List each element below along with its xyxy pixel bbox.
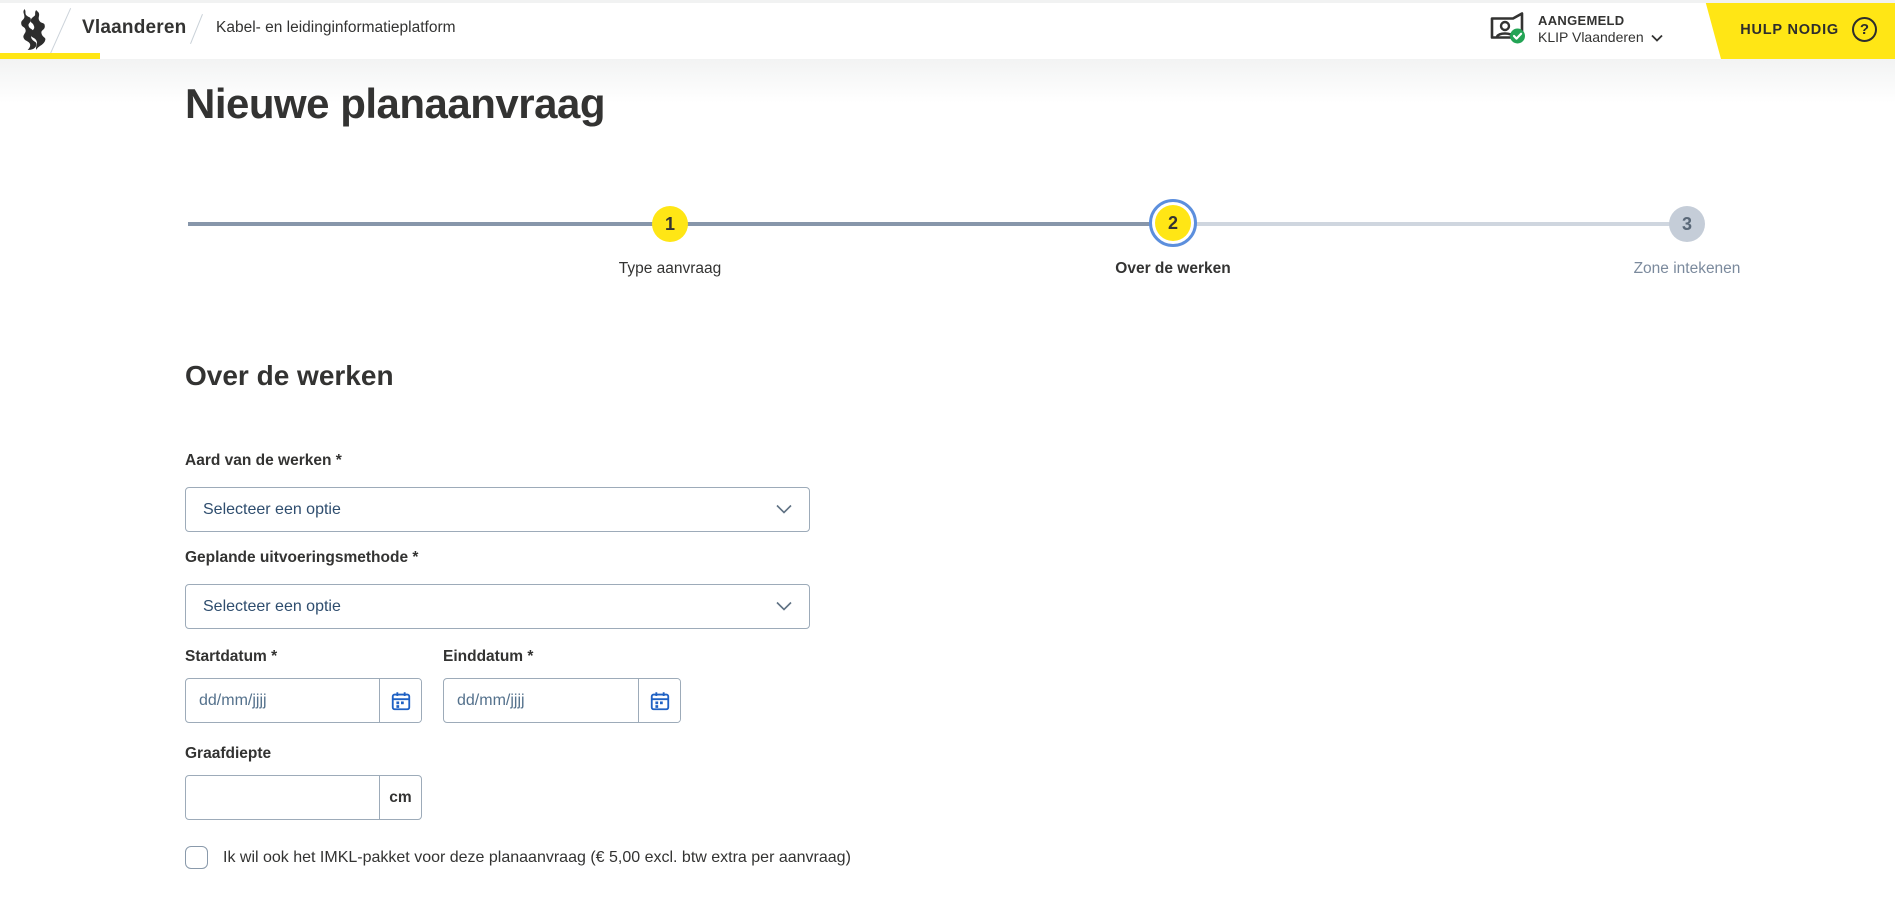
calendar-icon [649,690,671,712]
step-3-circle: 3 [1669,206,1705,242]
step-1-label: Type aanvraag [560,260,780,278]
id-card-icon [1488,10,1526,50]
app-title-link[interactable]: Kabel- en leidinginformatieplatform [216,19,456,37]
startdatum-label: Startdatum * [185,648,422,666]
stepper-track-upcoming [1172,222,1687,226]
chevron-down-icon [776,501,792,519]
aard-selected-value: Selecteer een optie [203,501,341,519]
field-graafdiepte: Graafdiepte cm [185,745,422,820]
field-aard-van-de-werken: Aard van de werken * Selecteer een optie [185,452,810,532]
field-startdatum: Startdatum * [185,648,422,723]
einddatum-calendar-button[interactable] [638,679,680,722]
account-name: KLIP Vlaanderen [1538,29,1644,47]
aard-select[interactable]: Selecteer een optie [185,487,810,532]
aard-label: Aard van de werken * [185,452,810,470]
question-mark-icon: ? [1852,17,1877,42]
startdatum-calendar-button[interactable] [379,679,421,722]
methode-select[interactable]: Selecteer een optie [185,584,810,629]
brand-link-vlaanderen[interactable]: Vlaanderen [82,17,186,39]
field-uitvoeringsmethode: Geplande uitvoeringsmethode * Selecteer … [185,549,810,629]
einddatum-input[interactable] [444,679,638,722]
methode-label: Geplande uitvoeringsmethode * [185,549,810,567]
window-top-strip [0,0,1895,3]
klip-planaanvraag-page: Vlaanderen Kabel- en leidinginformatiepl… [0,0,1895,911]
step-2-label: Over de werken [1063,260,1283,278]
user-account-menu[interactable]: AANGEMELD KLIP Vlaanderen [1488,10,1663,50]
top-navigation-bar: Vlaanderen Kabel- en leidinginformatiepl… [0,0,1895,59]
calendar-icon [390,690,412,712]
step-1-number: 1 [665,214,675,235]
step-2-inner-circle: 2 [1155,205,1191,241]
date-fields-row: Startdatum * Einddatum * [185,648,681,723]
methode-selected-value: Selecteer een optie [203,598,341,616]
imkl-checkbox-label: Ik wil ook het IMKL-pakket voor deze pla… [223,849,851,867]
graafdiepte-input[interactable] [186,776,379,819]
page-title: Nieuwe planaanvraag [185,80,605,128]
step-3-label: Zone intekenen [1577,260,1797,278]
breadcrumb-slash-divider [190,14,203,44]
vlaanderen-lion-icon [14,8,52,56]
imkl-checkbox[interactable] [185,846,208,869]
einddatum-label: Einddatum * [443,648,681,666]
yellow-accent-bar [0,53,100,59]
chevron-down-icon [776,598,792,616]
step-2-number: 2 [1168,213,1178,234]
section-title: Over de werken [185,360,394,392]
help-button-label: HULP NODIG [1740,22,1839,38]
graafdiepte-label: Graafdiepte [185,745,422,763]
chevron-down-icon [1651,29,1663,47]
startdatum-input[interactable] [186,679,379,722]
logo-diagonal-divider [50,8,71,54]
help-button[interactable]: HULP NODIG ? [1702,0,1895,59]
imkl-checkbox-row: Ik wil ook het IMKL-pakket voor deze pla… [185,846,851,869]
field-einddatum: Einddatum * [443,648,681,723]
step-2-circle-active: 2 [1149,199,1197,247]
step-1-circle[interactable]: 1 [652,206,688,242]
graafdiepte-unit: cm [379,776,421,819]
step-3-number: 3 [1682,214,1692,235]
login-status-text: AANGEMELD [1538,13,1663,29]
